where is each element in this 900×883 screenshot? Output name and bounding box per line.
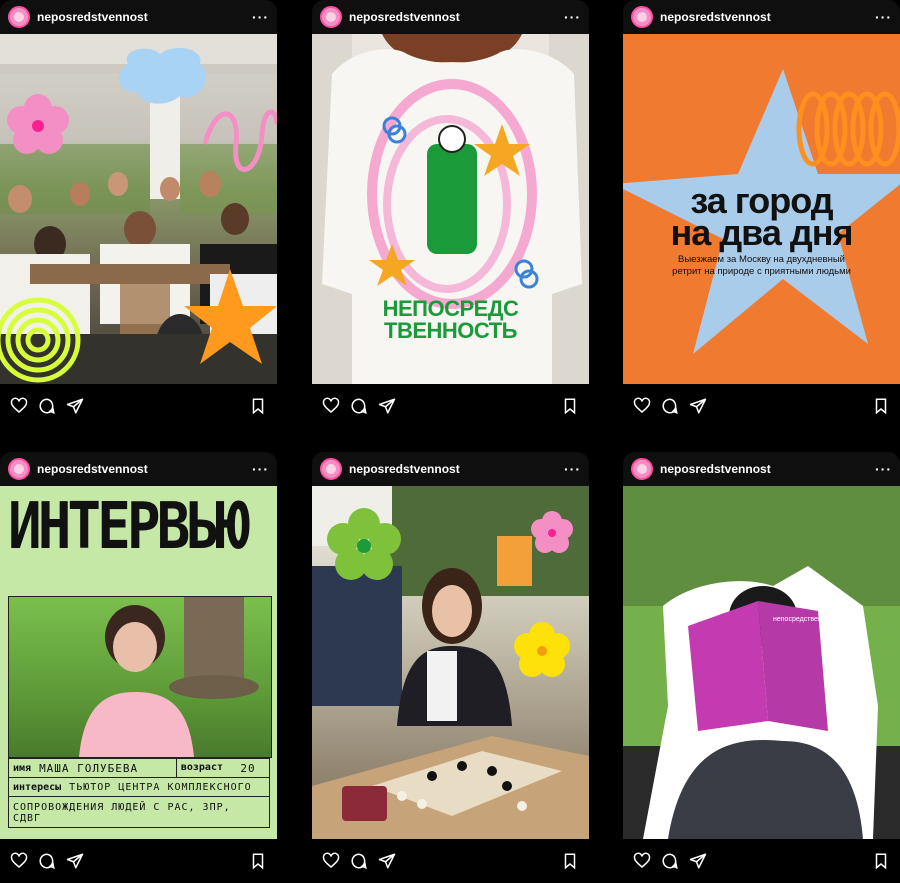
comment-icon[interactable] — [38, 852, 56, 870]
post-actions — [312, 384, 589, 428]
more-icon[interactable]: ··· — [564, 461, 581, 477]
comment-icon[interactable] — [350, 397, 368, 415]
post-image[interactable]: ИНТЕРВЬЮ имя МАША ГОЛУБЕВА возраст 20 ин… — [0, 486, 277, 839]
tshirt-print-text-2: ТВЕННОСТЬ — [384, 318, 517, 343]
share-icon[interactable] — [66, 852, 84, 870]
username[interactable]: neposredstvennost — [660, 462, 875, 476]
comment-icon[interactable] — [661, 852, 679, 870]
svg-text:непосредственность: непосредственность — [773, 616, 840, 623]
share-icon[interactable] — [378, 397, 396, 415]
post-actions — [0, 839, 277, 883]
more-icon[interactable]: ··· — [875, 9, 892, 25]
share-icon[interactable] — [689, 397, 707, 415]
form-row-interests: интересы ТЬЮТОР ЦЕНТРА КОМПЛЕКСНОГО — [9, 778, 269, 797]
username[interactable]: neposredstvennost — [349, 462, 564, 476]
username[interactable]: neposredstvennost — [37, 462, 252, 476]
bookmark-icon[interactable] — [872, 852, 890, 870]
post-actions — [0, 384, 277, 428]
more-icon[interactable]: ··· — [252, 9, 269, 25]
form-row-interests-2: СОПРОВОЖДЕНИЯ ЛЮДЕЙ С РАС, ЗПР, СДВГ — [9, 797, 269, 829]
bookmark-icon[interactable] — [872, 397, 890, 415]
bookmark-icon[interactable] — [561, 397, 579, 415]
avatar[interactable] — [8, 6, 30, 28]
post-image[interactable] — [0, 34, 277, 384]
share-icon[interactable] — [689, 852, 707, 870]
post-header: neposredstvennost ··· — [312, 452, 589, 486]
post-actions — [623, 839, 900, 883]
pink-flower-sticker — [7, 94, 69, 154]
comment-icon[interactable] — [661, 397, 679, 415]
post-image[interactable]: НЕПОСРЕДС ТВЕННОСТЬ — [312, 34, 589, 384]
bookmark-icon[interactable] — [561, 852, 579, 870]
username[interactable]: neposredstvennost — [37, 10, 252, 24]
more-icon[interactable]: ··· — [564, 9, 581, 25]
form-row-name: имя МАША ГОЛУБЕВА возраст 20 — [9, 759, 269, 778]
poster-subtitle-line2: ретрит на природе с приятными людьми — [672, 266, 851, 277]
heart-icon[interactable] — [633, 852, 651, 870]
name-label: имя — [13, 762, 32, 774]
post-card-2: neposredstvennost ··· НЕПОСРЕДС ТВЕННОСТ… — [312, 0, 589, 428]
magazine-cover-label: непосредственность — [773, 616, 840, 623]
tshirt-print-text: НЕПОСРЕДС — [382, 296, 519, 321]
chess-photo-illustration — [312, 486, 589, 839]
poster-subtitle-line1: Выезжаем за Москву на двухдневный — [678, 254, 845, 265]
avatar[interactable] — [320, 458, 342, 480]
post-card-4: neposredstvennost ··· ИНТЕРВЬЮ имя МАША … — [0, 452, 277, 883]
interests-value-line2: СОПРОВОЖДЕНИЯ ЛЮДЕЙ С РАС, ЗПР, СДВГ — [13, 802, 231, 824]
reading-photo-illustration: непосредственность — [623, 486, 900, 839]
interests-label: интересы — [13, 781, 62, 793]
yellow-flower-sticker — [514, 622, 570, 677]
heart-icon[interactable] — [10, 852, 28, 870]
bookmark-icon[interactable] — [249, 852, 267, 870]
heart-icon[interactable] — [322, 852, 340, 870]
avatar[interactable] — [631, 458, 653, 480]
post-actions — [623, 384, 900, 428]
avatar[interactable] — [8, 458, 30, 480]
post-card-1: neposredstvennost ··· — [0, 0, 277, 428]
more-icon[interactable]: ··· — [252, 461, 269, 477]
post-image[interactable]: непосредственность — [623, 486, 900, 839]
heart-icon[interactable] — [633, 397, 651, 415]
age-value: 20 — [240, 761, 256, 775]
post-header: neposredstvennost ··· — [623, 0, 900, 34]
post-image[interactable] — [312, 486, 589, 839]
age-label: возраст — [175, 759, 227, 777]
bookmark-icon[interactable] — [249, 397, 267, 415]
post-image[interactable]: за город на два дня Выезжаем за Москву н… — [623, 34, 900, 384]
poster-title-line2: на два дня — [670, 212, 854, 253]
post-header: neposredstvennost ··· — [312, 0, 589, 34]
post-header: neposredstvennost ··· — [0, 452, 277, 486]
more-icon[interactable]: ··· — [875, 461, 892, 477]
post-header: neposredstvennost ··· — [623, 452, 900, 486]
name-value: МАША ГОЛУБЕВА — [39, 761, 139, 775]
avatar[interactable] — [631, 6, 653, 28]
share-icon[interactable] — [66, 397, 84, 415]
interview-form: имя МАША ГОЛУБЕВА возраст 20 интересы ТЬ… — [8, 758, 270, 828]
post-actions — [312, 839, 589, 883]
portrait-photo — [8, 596, 272, 758]
party-photo-illustration — [0, 34, 277, 384]
interests-value-line1: ТЬЮТОР ЦЕНТРА КОМПЛЕКСНОГО — [69, 781, 252, 793]
post-card-5: neposredstvennost ··· — [312, 452, 589, 883]
username[interactable]: neposredstvennost — [349, 10, 564, 24]
share-icon[interactable] — [378, 852, 396, 870]
interview-heading: ИНТЕРВЬЮ — [8, 489, 250, 565]
heart-icon[interactable] — [10, 397, 28, 415]
heart-icon[interactable] — [322, 397, 340, 415]
username[interactable]: neposredstvennost — [660, 10, 875, 24]
post-header: neposredstvennost ··· — [0, 0, 277, 34]
comment-icon[interactable] — [38, 397, 56, 415]
avatar[interactable] — [320, 6, 342, 28]
portrait-illustration — [79, 597, 259, 757]
post-card-3: neposredstvennost ··· за город на два дн… — [623, 0, 900, 428]
comment-icon[interactable] — [350, 852, 368, 870]
post-card-6: neposredstvennost ··· непосредственность — [623, 452, 900, 883]
